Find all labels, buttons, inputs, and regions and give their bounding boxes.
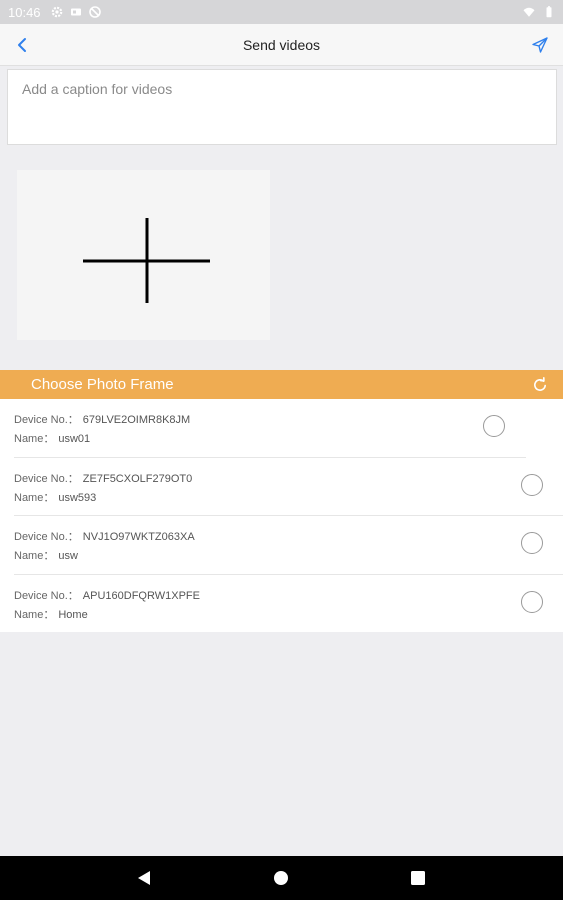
device-name-label: Name： [14,550,55,562]
device-radio[interactable] [483,415,505,437]
device-number: NVJ1O97WKTZ063XA [82,531,195,543]
refresh-icon [534,376,546,391]
device-name-line: Name： Home [14,606,88,622]
status-icons-left [51,6,101,18]
device-row[interactable]: Device No.： NVJ1O97WKTZ063XA Name： usw [0,516,563,575]
device-number-label: Device No.： [14,472,79,485]
device-name-line: Name： usw593 [14,489,96,505]
status-bar: 10:46 [0,0,563,24]
page-title: Send videos [242,36,321,53]
device-number-label: Device No.： [14,414,79,426]
nav-recents-button[interactable] [410,870,426,886]
app-bar: Send videos [0,24,563,66]
device-number-label: Device No.： [14,531,79,543]
device-name: usw [58,550,78,562]
no-data-icon [88,6,101,18]
nav-back-button[interactable] [135,869,153,887]
device-name-label: Name： [14,608,55,621]
device-radio[interactable] [521,532,543,554]
sim-card-icon [70,6,82,18]
device-number-label: Device No.： [14,589,79,602]
refresh-button[interactable] [531,376,549,394]
status-icons-right [523,6,555,18]
device-number-line: Device No.： APU160DFQRW1XPFE [14,587,200,603]
add-video-button[interactable] [17,170,270,340]
device-name: Home [58,608,88,621]
device-radio[interactable] [521,590,543,613]
caption-field-container [7,69,557,145]
home-circle-icon [274,871,288,885]
caption-input[interactable] [22,81,542,133]
device-row[interactable]: Device No.： ZE7F5CXOLF279OT0 Name： usw593 [0,458,563,516]
device-number: 679LVE2OIMR8K8JM [82,414,191,426]
device-row[interactable]: Device No.： 679LVE2OIMR8K8JM Name： usw01 [0,399,563,458]
status-time: 10:46 [8,4,41,20]
device-list: Device No.： 679LVE2OIMR8K8JM Name： usw01 D… [0,399,563,632]
choose-frame-title: Choose Photo Frame [31,376,174,393]
send-button[interactable] [529,34,551,56]
chevron-left-icon [18,38,26,52]
settings-icon [51,6,63,18]
device-name-label: Name： [14,433,55,445]
device-radio[interactable] [521,473,543,496]
system-nav-bar [0,856,563,900]
device-number: ZE7F5CXOLF279OT0 [82,472,193,485]
device-row[interactable]: Device No.： APU160DFQRW1XPFE Name： Home [0,575,563,634]
nav-home-button[interactable] [273,870,289,886]
device-name: usw01 [58,433,91,445]
back-button[interactable] [12,34,34,56]
plus-icon [83,218,210,303]
device-number: APU160DFQRW1XPFE [82,589,200,602]
wifi-icon [523,6,535,18]
device-number-line: Device No.： ZE7F5CXOLF279OT0 [14,470,192,486]
device-name-line: Name： usw01 [14,430,90,446]
send-icon [532,37,548,53]
device-number-line: Device No.： NVJ1O97WKTZ063XA [14,528,195,544]
device-name: usw593 [58,491,97,504]
back-triangle-icon [138,871,150,885]
battery-icon [543,6,555,18]
choose-frame-header: Choose Photo Frame [0,370,563,399]
device-name-line: Name： usw [14,547,78,563]
device-number-line: Device No.： 679LVE2OIMR8K8JM [14,411,190,427]
recents-square-icon [411,871,425,885]
device-name-label: Name： [14,491,55,504]
